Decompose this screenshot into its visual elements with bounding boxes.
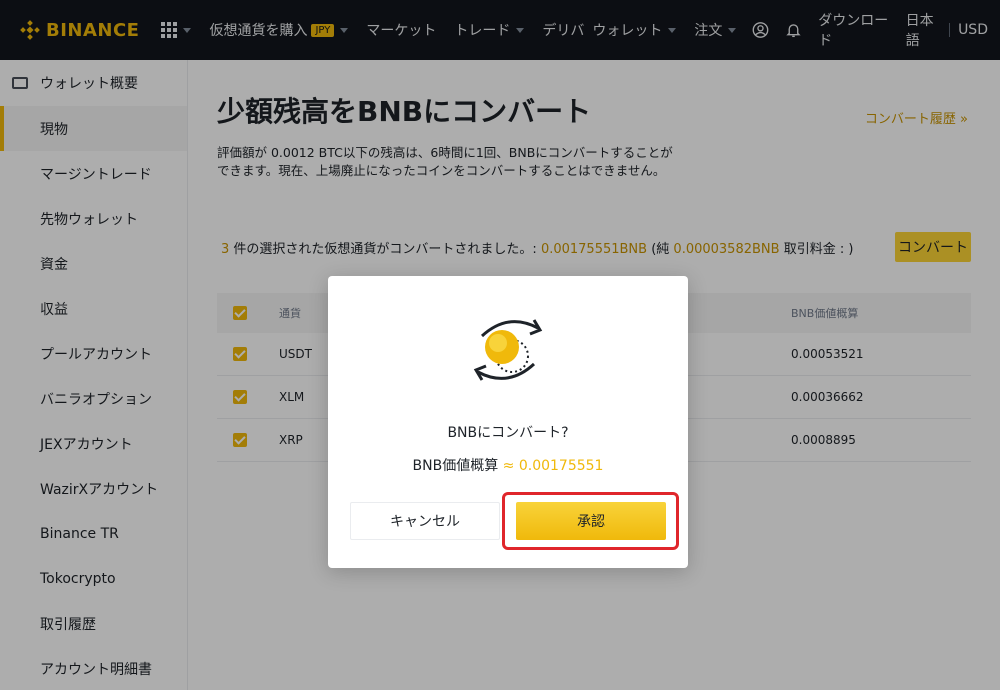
dialog-value: BNB価値概算 ≈ 0.00175551 (328, 455, 688, 475)
convert-arrows-icon (473, 319, 543, 381)
dialog-value-amount: 0.00175551 (518, 458, 604, 474)
dialog-question: BNBにコンバート? (447, 425, 569, 441)
approve-highlight-box (502, 492, 679, 550)
approx-symbol: ≈ (498, 458, 519, 474)
cancel-button[interactable]: キャンセル (350, 502, 500, 540)
dialog-value-label: BNB価値概算 (412, 458, 499, 474)
